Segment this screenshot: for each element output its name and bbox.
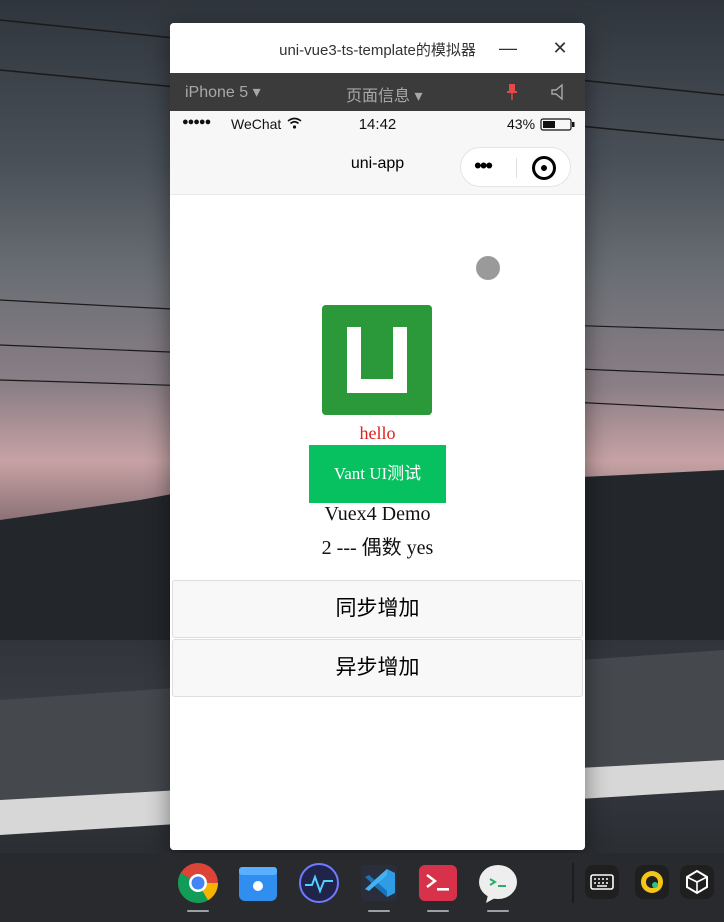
phone-status-bar: ●●●●● WeChat 14:42 43%	[170, 111, 585, 137]
capsule-menu: •••	[460, 147, 571, 187]
keyboard-icon[interactable]	[585, 865, 619, 899]
window-title-bar[interactable]: uni-vue3-ts-template的模拟器 — ✕	[170, 23, 585, 73]
wechat-devtools-running-indicator	[487, 910, 509, 912]
exit-icon[interactable]	[532, 156, 556, 180]
desktop-taskbar	[0, 853, 724, 922]
close-button[interactable]: ✕	[548, 36, 572, 60]
chrome-running-indicator	[187, 910, 209, 912]
more-icon[interactable]: •••	[474, 153, 493, 179]
mute-icon[interactable]	[550, 83, 566, 101]
counter-text: 2 --- 偶数 yes	[321, 537, 434, 559]
capsule-divider	[516, 158, 517, 178]
window-title: uni-vue3-ts-template的模拟器	[279, 42, 476, 59]
chrome-icon[interactable]	[176, 861, 220, 905]
mini-program-nav-bar: uni-app •••	[170, 137, 585, 195]
page-content: hello Vant UI测试 Vuex4 Demo 2 --- 偶数 yes …	[170, 195, 585, 850]
hello-text: hello	[359, 423, 396, 443]
touch-cursor	[476, 256, 500, 280]
page-info-dropdown[interactable]: 页面信息 ▾	[346, 82, 422, 106]
pin-icon[interactable]	[504, 83, 520, 101]
settings-icon[interactable]	[680, 865, 714, 899]
taskbar-divider	[572, 863, 574, 903]
deepin-appstore-icon[interactable]	[236, 861, 280, 905]
wechat-devtools-icon[interactable]	[476, 861, 520, 905]
vscode-running-indicator	[368, 910, 390, 912]
simulator-toolbar: iPhone 5 ▾ 页面信息 ▾	[170, 73, 585, 111]
simulator-window: uni-vue3-ts-template的模拟器 — ✕ iPhone 5 ▾ …	[170, 23, 585, 850]
async-increment-button[interactable]: 异步增加	[172, 639, 583, 697]
uni-app-logo	[322, 305, 432, 415]
system-monitor-icon[interactable]	[297, 861, 341, 905]
qq-icon[interactable]	[635, 865, 669, 899]
battery-percent: 43%	[507, 116, 536, 132]
minimize-button[interactable]: —	[496, 36, 520, 60]
battery-icon	[540, 118, 575, 131]
sync-increment-button[interactable]: 同步增加	[172, 580, 583, 638]
vant-ui-test-button[interactable]: Vant UI测试	[309, 445, 446, 503]
vuex-demo-title: Vuex4 Demo	[324, 503, 431, 525]
terminal-icon[interactable]	[416, 861, 460, 905]
vscode-icon[interactable]	[357, 861, 401, 905]
device-select[interactable]: iPhone 5 ▾	[185, 82, 261, 102]
terminal-running-indicator	[427, 910, 449, 912]
